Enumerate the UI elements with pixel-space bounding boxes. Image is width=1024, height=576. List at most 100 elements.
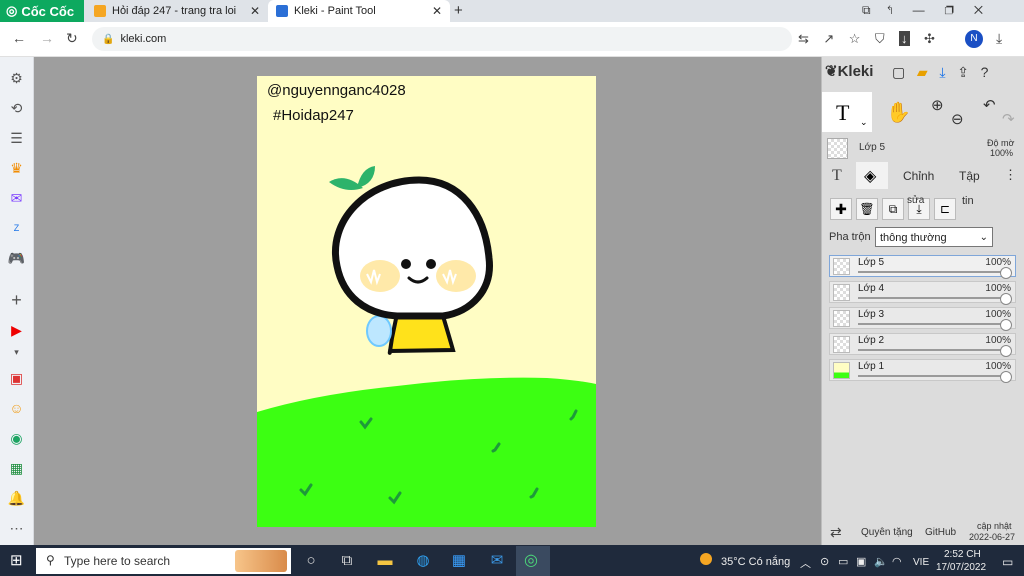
game-icon[interactable]: 🎮 [0,247,33,269]
layer-opacity-slider[interactable] [1000,319,1012,331]
shield-icon[interactable]: ⛉ [875,31,885,46]
drawing-canvas[interactable]: @nguyennganc4028 #Hoidap247 [257,76,596,527]
open-folder-icon[interactable]: ▰ [917,64,928,80]
windows-start-icon[interactable]: ⊞ [10,551,23,569]
notifications-icon[interactable]: 🔔 [0,487,33,509]
profile-avatar[interactable]: N [965,30,983,48]
sheets-icon[interactable]: ▦ [0,457,33,479]
kleki-logo-icon: ❦ [825,63,838,80]
delete-layer-button[interactable]: 🗑 [856,198,878,220]
clock-time[interactable]: 2:52 CH [944,549,981,560]
more-icon[interactable]: ⋯ [0,517,33,539]
settings-icon[interactable]: ⚙ [0,67,33,89]
undo-icon[interactable]: ↶ [983,96,996,114]
weather-text[interactable]: 35°C Có nắng [721,556,790,568]
close-tab-icon[interactable]: ✕ [250,4,260,18]
close-window-icon[interactable]: ✕ [974,3,983,17]
address-bar[interactable]: 🔒 kleki.com [92,27,792,51]
cortana-icon[interactable]: ○ [300,550,322,572]
opacity-value: 100% [990,148,1014,158]
chevron-down-icon: ⌄ [979,232,988,243]
minimize-icon[interactable]: — [913,3,925,17]
swap-side-icon[interactable]: ⇄ [830,524,842,541]
tab-text[interactable]: T [832,167,842,185]
tab-layers-active[interactable]: ◈ [856,162,888,189]
taskbar-search-box[interactable]: ⚲ Type here to search [36,548,291,574]
coccoc-taskbar-active[interactable]: ◎ [516,546,550,576]
layer-opacity-slider[interactable] [1000,293,1012,305]
layer-row[interactable]: Lớp 2 100% [829,333,1016,357]
zoom-out-icon[interactable]: ⊖ [951,110,964,128]
downloads-icon[interactable]: ⤓ [996,30,1002,47]
browser-brand[interactable]: ◎ Cốc Cốc [0,0,84,22]
crown-icon[interactable]: ♛ [0,157,33,179]
extensions-icon[interactable]: ✣ [924,31,935,46]
share-panel-icon[interactable]: ⇪ [957,64,969,80]
task-view-icon[interactable]: ⧉ [336,550,358,572]
tray-app-icon[interactable]: ⊙ [820,555,829,568]
input-language[interactable]: VIE [913,557,929,568]
help-icon[interactable]: ? [981,64,989,80]
tab-file[interactable]: Tập [959,169,980,183]
reading-list-icon[interactable]: ☰ [0,127,33,149]
tray-window-icon[interactable]: ▣ [856,555,866,568]
blend-mode-select[interactable]: thông thường ⌄ [875,227,993,247]
save-download-icon[interactable]: ⤓ [939,64,945,80]
back-icon[interactable]: ← [12,30,26,46]
store-icon[interactable]: ▦ [448,550,470,572]
chevron-down-icon[interactable]: ▾ [0,341,33,363]
edge-icon[interactable]: ◍ [412,550,434,572]
layer-row[interactable]: Lớp 1 100% [829,359,1016,383]
update-date[interactable]: 2022-06-27 [969,532,1015,542]
layer-opacity-slider[interactable] [1000,345,1012,357]
notification-center-icon[interactable]: ▭ [1002,555,1013,569]
restore-icon[interactable]: ❐ [945,3,954,17]
battery-icon[interactable]: ▭ [838,555,848,568]
file-explorer-icon[interactable]: ▬ [374,550,396,572]
tab-hoidap[interactable]: Hỏi đáp 247 - trang tra loi ✕ [86,0,268,22]
close-tab-icon[interactable]: ✕ [432,4,442,18]
tab-edit[interactable]: Chỉnh [903,169,934,183]
youtube-icon[interactable]: ▶ [0,319,33,341]
tab-kleki[interactable]: Kleki - Paint Tool ✕ [268,0,450,22]
history-icon[interactable]: ⟲ [0,97,33,119]
sticker-icon[interactable]: ☺ [0,397,33,419]
messenger-icon[interactable]: ✉ [0,187,33,209]
reload-icon[interactable]: ↻ [66,30,78,47]
layer-row[interactable]: Lớp 5 100% [829,255,1016,279]
update-label[interactable]: cập nhật [977,521,1012,531]
translate-icon[interactable]: ⇆ [798,31,809,46]
zalo-icon[interactable]: Z [0,217,33,239]
clock-date[interactable]: 17/07/2022 [936,562,986,573]
maps-icon[interactable]: ◉ [0,427,33,449]
layer-row[interactable]: Lớp 3 100% [829,307,1016,331]
layer-row[interactable]: Lớp 4 100% [829,281,1016,305]
shopping-icon[interactable]: ▣ [0,367,33,389]
add-sidebar-icon[interactable]: + [0,289,33,311]
github-link[interactable]: GitHub [925,527,956,538]
wifi-icon[interactable]: ◠ [892,555,902,568]
add-layer-button[interactable]: ✚ [830,198,852,220]
download-icon[interactable]: ↓ [899,31,910,46]
layer-opacity-slider[interactable] [1000,267,1012,279]
screenshot-icon[interactable]: ⧉ [862,3,871,17]
rename-layer-button[interactable]: ⊏ [934,198,956,220]
layer-opacity-track [858,323,1007,325]
new-image-icon[interactable]: ▢ [892,64,905,80]
donate-link[interactable]: Quyên tặng [861,527,913,538]
layer-opacity-slider[interactable] [1000,371,1012,383]
mail-icon[interactable]: ✉ [486,550,508,572]
chevron-up-icon[interactable]: ︿ [800,555,811,571]
back-history-icon[interactable]: ↰ [887,3,892,17]
more-vertical-icon[interactable]: ⋮ [1004,167,1017,183]
bookmark-star-icon[interactable]: ☆ [849,31,861,46]
tool-text-active[interactable]: T ⌄ [822,92,872,132]
share-icon[interactable]: ↗ [823,31,834,46]
zoom-in-icon[interactable]: ⊕ [931,96,944,114]
forward-icon[interactable]: → [40,30,54,46]
new-tab-button[interactable]: + [454,2,463,19]
duplicate-layer-button[interactable]: ⧉ [882,198,904,220]
hand-tool-icon[interactable]: ✋ [886,100,911,125]
volume-icon[interactable]: 🔈 [874,555,888,568]
redo-icon[interactable]: ↷ [1002,110,1015,128]
